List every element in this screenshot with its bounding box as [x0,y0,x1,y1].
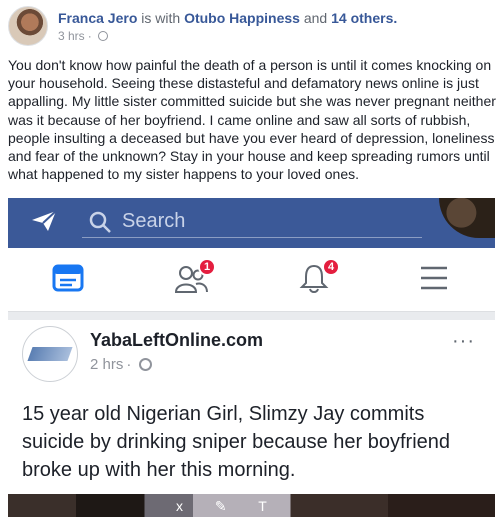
app-top-bar: Search [8,198,495,248]
shared-screenshot-image[interactable]: Search 1 4 YabaLeftOnline.com 2 hrs · ··… [8,198,495,517]
tagged-others-link[interactable]: 14 others. [331,10,397,26]
shared-page-name: YabaLeftOnline.com [90,330,264,350]
page-logo [22,326,78,382]
news-feed-icon [52,262,92,298]
with-text: is with [141,10,181,26]
and-text: and [303,10,328,26]
meta-separator: · [87,29,92,43]
facebook-post: Franca Jero is with Otubo Happiness and … [0,0,504,517]
globe-icon [97,31,108,41]
globe-icon [139,358,153,371]
post-meta: 3 hrs · [58,29,397,43]
author-avatar[interactable] [8,6,48,46]
shared-post-headline: 15 year old Nigerian Girl, Slimzy Jay co… [22,403,451,481]
shared-post-time: 2 hrs [90,356,124,373]
friend-requests-badge: 1 [198,258,216,276]
shared-meta-separator: · [126,356,132,373]
photo-edit-overlay-icons: x ✎ T [176,498,281,514]
send-icon [32,210,57,231]
author-line: Franca Jero is with Otubo Happiness and … [58,10,397,26]
feed-separator [8,312,495,320]
author-name-link[interactable]: Franca Jero [58,10,137,26]
yabaleftonline-logo-mark [27,347,73,361]
post-header-text: Franca Jero is with Otubo Happiness and … [58,10,397,43]
profile-photo-corner [439,198,495,238]
more-options-icon: ··· [452,330,475,352]
notifications-badge: 4 [322,258,340,276]
app-nav-bar: 1 4 [8,248,495,312]
notifications-bell-icon: 4 [298,258,340,298]
post-header: Franca Jero is with Otubo Happiness and … [8,6,397,46]
post-text: You don't know how painful the death of … [8,57,496,183]
tagged-person-link[interactable]: Otubo Happiness [184,10,300,26]
search-placeholder: Search [122,210,186,232]
shared-post-meta: 2 hrs · [90,356,153,373]
friend-requests-icon: 1 [174,258,216,298]
search-icon [89,211,111,233]
post-timestamp[interactable]: 3 hrs [58,29,85,43]
search-field: Search [82,206,422,238]
menu-hamburger-icon [418,262,458,298]
